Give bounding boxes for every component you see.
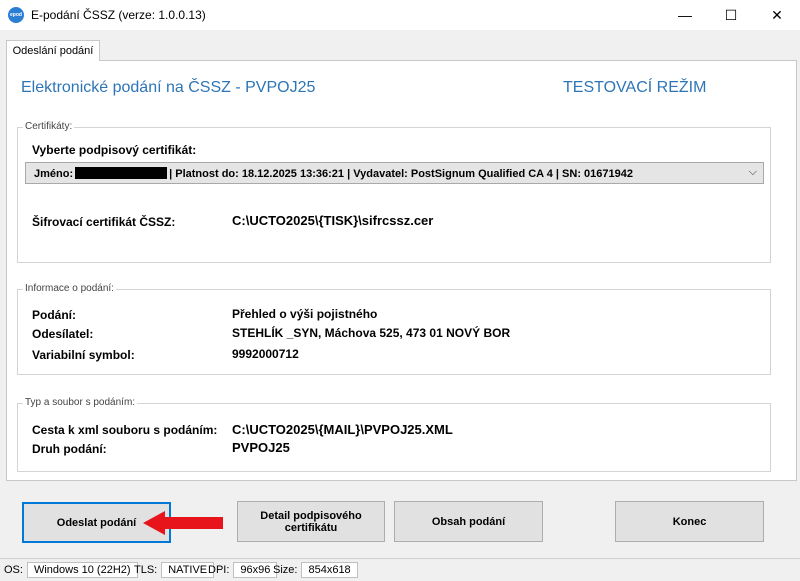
xml-path-value: C:\UCTO2025\{MAIL}\PVPOJ25.XML <box>232 422 453 437</box>
signing-certificate-value: Jméno: | Platnost do: 18.12.2025 13:36:21… <box>34 167 633 180</box>
status-tls-value: NATIVE <box>161 562 215 578</box>
signing-certificate-select[interactable]: Jméno: | Platnost do: 18.12.2025 13:36:21… <box>25 162 764 184</box>
certificate-details: | Platnost do: 18.12.2025 13:36:21 | Vyd… <box>169 168 633 180</box>
status-dpi: DPI: 96x96 <box>208 562 278 578</box>
info-label-odesilatel: Odesílatel: <box>32 327 94 341</box>
maximize-button[interactable]: ☐ <box>708 0 754 30</box>
redacted-name <box>75 167 168 179</box>
info-group-label: Informace o podání: <box>23 283 116 294</box>
status-dpi-value: 96x96 <box>233 562 278 578</box>
xml-path-label: Cesta k xml souboru s podáním: <box>32 423 218 437</box>
file-group <box>17 403 771 472</box>
encryption-certificate-label: Šifrovací certifikát ČSSZ: <box>32 215 176 229</box>
end-button[interactable]: Konec <box>615 501 764 542</box>
info-value-odesilatel: STEHLÍK _SYN, Máchova 525, 473 01 NOVÝ B… <box>232 326 511 340</box>
status-tls: TLS: NATIVE <box>134 562 215 578</box>
app-icon: epod <box>8 7 24 23</box>
status-os-label: OS: <box>4 564 23 576</box>
info-value-variabilni-symbol: 9992000712 <box>232 347 299 361</box>
content-button[interactable]: Obsah podání <box>394 501 543 542</box>
status-size-label: Size: <box>273 564 298 576</box>
status-size: Size: 854x618 <box>273 562 358 578</box>
certificate-detail-button-label: Detail podpisového certifikátu <box>260 510 361 534</box>
status-os-value: Windows 10 (22H2) <box>26 562 138 578</box>
certificate-detail-line2: certifikátu <box>284 521 338 534</box>
certificate-detail-line1: Detail podpisového <box>260 509 362 522</box>
status-size-value: 854x618 <box>301 562 358 578</box>
page-title: Elektronické podání na ČSSZ - PVPOJ25 <box>21 79 316 96</box>
info-label-variabilni-symbol: Variabilní symbol: <box>32 348 135 362</box>
certificate-detail-button[interactable]: Detail podpisového certifikátu <box>237 501 385 542</box>
druh-podani-value: PVPOJ25 <box>232 440 290 455</box>
status-os: OS: Windows 10 (22H2) <box>4 562 138 578</box>
certificate-name-label: Jméno: <box>34 168 74 180</box>
chevron-down-icon[interactable]: ⌵ <box>749 166 757 179</box>
tab-odeslani-podani[interactable]: Odeslání podání <box>6 40 100 61</box>
minimize-button[interactable]: — <box>662 0 708 30</box>
mode-label: TESTOVACÍ REŽIM <box>563 79 707 96</box>
encryption-certificate-value: C:\UCTO2025\{TISK}\sifrcssz.cer <box>232 213 434 228</box>
druh-podani-label: Druh podání: <box>32 442 107 456</box>
window-title: E-podání ČSSZ (verze: 1.0.0.13) <box>31 8 206 22</box>
info-value-podani: Přehled o výši pojistného <box>232 307 378 321</box>
status-dpi-label: DPI: <box>208 564 230 576</box>
info-label-podani: Podání: <box>32 308 76 322</box>
signing-certificate-label: Vyberte podpisový certifikát: <box>32 143 197 157</box>
certificates-group-label: Certifikáty: <box>23 121 75 132</box>
file-group-label: Typ a soubor s podáním: <box>23 397 138 408</box>
red-arrow-icon <box>143 511 223 535</box>
app-icon-text: epod <box>10 12 22 18</box>
close-button[interactable]: ✕ <box>754 0 800 30</box>
status-tls-label: TLS: <box>134 564 158 576</box>
